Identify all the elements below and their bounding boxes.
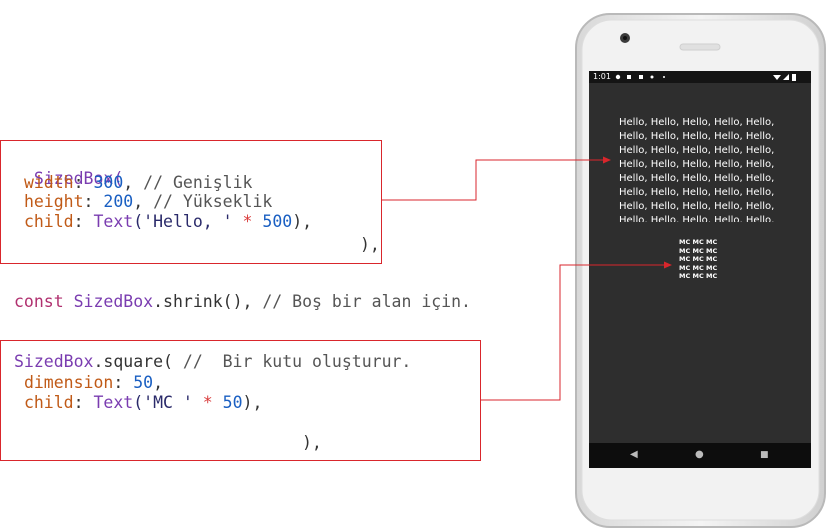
notification-icon	[639, 75, 643, 79]
back-button-icon[interactable]: ◀	[630, 449, 638, 461]
mc-text-line: MC MC MC	[679, 272, 718, 281]
hello-text-line: Hello, Hello, Hello, Hello, Hello,	[619, 117, 775, 128]
hello-text-line: Hello, Hello, Hello, Hello, Hello,	[619, 201, 775, 212]
speaker-grille	[679, 43, 721, 51]
hello-text-line: Hello, Hello, Hello, Hello, Hello,	[619, 159, 775, 170]
hello-text-line: Hello, Hello, Hello, Hello, Hello,	[619, 173, 775, 184]
front-camera-lens	[623, 36, 627, 40]
mc-text-line: MC MC MC	[679, 255, 718, 264]
status-time: 1:01	[593, 72, 611, 81]
mc-text-line: MC MC MC	[679, 263, 718, 272]
mc-text-line: MC MC MC	[679, 238, 718, 246]
mc-text-line: MC MC MC	[679, 246, 718, 255]
notification-icon	[615, 74, 621, 80]
hello-text-line: Hello, Hello, Hello, Hello, Hello,	[619, 187, 775, 198]
hello-text-line: Hello, Hello, Hello, Hello, Hello,	[619, 131, 775, 142]
recents-button-icon[interactable]: ■	[760, 449, 769, 461]
notification-icon	[663, 76, 665, 78]
battery-icon	[792, 74, 796, 81]
notification-icon	[627, 75, 631, 79]
hello-sizedbox: Hello, Hello, Hello, Hello, Hello, Hello…	[619, 116, 789, 222]
home-button-icon[interactable]: ●	[695, 449, 704, 461]
hello-text-line: Hello, Hello, Hello, Hello, Hello,	[619, 215, 775, 222]
mc-square-box: MC MC MC MC MC MC MC MC MC MC MC MC MC M…	[679, 238, 721, 282]
arrow-connector-1	[382, 159, 604, 201]
hello-text-line: Hello, Hello, Hello, Hello, Hello,	[619, 145, 775, 156]
notification-icon	[650, 75, 654, 79]
